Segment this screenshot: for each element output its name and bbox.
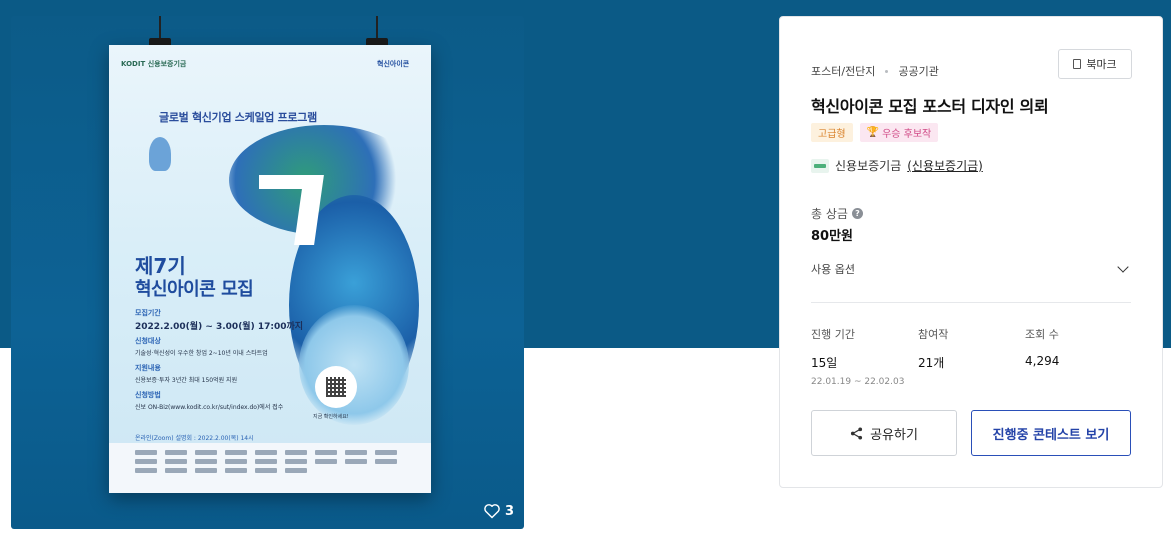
prize-label: 총 상금 ?: [811, 205, 863, 222]
share-label: 공유하기: [870, 427, 918, 443]
stat-views: 조회 수 4,294: [1025, 326, 1132, 387]
poster-method: 신보 ON-Biz(www.kodit.co.kr/sut/index.do)에…: [135, 404, 284, 411]
prize-label-text: 총 상금: [811, 207, 848, 221]
divider: [811, 302, 1131, 303]
poster-support: 신용보증·투자 3년간 최대 150억원 지원: [135, 377, 238, 384]
stat-period: 진행 기간 15일 22.01.19 ~ 22.02.03: [811, 326, 918, 387]
breadcrumb-subcategory[interactable]: 공공기관: [898, 63, 938, 79]
separator-dot: [885, 69, 889, 73]
grade-badge: 고급형: [811, 123, 853, 142]
host-info: 신용보증기금 (신용보증기금): [811, 157, 983, 174]
badge-group: 고급형 🏆 우승 후보작: [811, 123, 939, 142]
poster-preview[interactable]: KODIT 신용보증기금 혁신아이콘 글로벌 혁신기업 스케일업 프로그램 제7…: [11, 16, 524, 529]
qr-code: [315, 366, 357, 408]
poster-support-label: 지원내용: [135, 364, 161, 372]
poster-target: 기술성·혁신성이 우수한 창업 2~10년 이내 스타트업: [135, 350, 268, 357]
prize-value: 80만원: [811, 229, 854, 244]
stat-entries: 참여작 21개: [918, 326, 1025, 387]
candidate-badge-label: 우승 후보작: [882, 129, 932, 140]
swirl-art: [299, 305, 409, 425]
bookmark-icon: [1073, 59, 1082, 69]
host-name: 신용보증기금: [835, 159, 902, 173]
poster-title-line2: 혁신아이콘 모집: [135, 279, 254, 300]
bookmark-button[interactable]: 북마크: [1058, 49, 1132, 79]
action-buttons: 공유하기 진행중 콘테스트 보기: [811, 410, 1131, 456]
like-count: 3: [504, 503, 514, 519]
breadcrumb: 포스터/전단지 공공기관: [811, 63, 939, 79]
poster-logo-left: KODIT 신용보증기금: [121, 60, 187, 68]
rocket-icon: [149, 137, 171, 171]
bookmark-label: 북마크: [1086, 58, 1117, 71]
stat-value: 4,294: [1025, 354, 1060, 368]
share-icon: [851, 426, 863, 440]
host-link[interactable]: (신용보증기금): [907, 157, 983, 174]
poster-image: KODIT 신용보증기금 혁신아이콘 글로벌 혁신기업 스케일업 프로그램 제7…: [109, 45, 431, 493]
poster-banner: 글로벌 혁신기업 스케일업 프로그램: [159, 111, 317, 124]
stat-detail: 22.01.19 ~ 22.02.03: [811, 377, 905, 387]
help-icon[interactable]: ?: [851, 208, 863, 219]
stat-label: 조회 수: [1025, 328, 1059, 341]
breadcrumb-category[interactable]: 포스터/전단지: [811, 63, 875, 79]
view-ongoing-contest-button[interactable]: 진행중 콘테스트 보기: [971, 410, 1131, 456]
poster-logo-right: 혁신아이콘: [377, 60, 410, 68]
qr-caption: 지금 확인하세요!: [313, 414, 349, 420]
poster-period: 2022.2.00(월) ~ 3.00(월) 17:00까지: [135, 322, 304, 332]
stat-label: 진행 기간: [811, 328, 855, 341]
like-button[interactable]: 3: [483, 503, 514, 519]
poster-target-label: 신청대상: [135, 337, 161, 345]
heart-icon: [484, 504, 500, 519]
host-logo-icon: [811, 158, 829, 173]
share-button[interactable]: 공유하기: [811, 410, 957, 456]
poster-period-label: 모집기간: [135, 309, 161, 317]
trophy-icon: 🏆: [866, 127, 880, 138]
stat-value: 15일: [811, 356, 838, 370]
contest-stats: 진행 기간 15일 22.01.19 ~ 22.02.03 참여작 21개 조회…: [811, 326, 1132, 387]
contest-info-panel: 북마크 포스터/전단지 공공기관 혁신아이콘 모집 포스터 디자인 의뢰 고급형…: [779, 16, 1163, 488]
candidate-badge: 🏆 우승 후보작: [859, 123, 939, 142]
poster-briefing: 온라인(Zoom) 설명회 : 2022.2.00(목) 14시: [135, 435, 254, 442]
options-toggle[interactable]: 사용 옵션: [811, 261, 1131, 277]
options-label: 사용 옵션: [811, 263, 855, 276]
contest-title: 혁신아이콘 모집 포스터 디자인 의뢰: [811, 97, 1049, 116]
stat-label: 참여작: [918, 328, 949, 341]
poster-method-label: 신청방법: [135, 391, 161, 399]
sponsor-logos: [135, 450, 405, 473]
stat-value: 21개: [918, 356, 945, 370]
chevron-down-icon: [1117, 261, 1129, 273]
